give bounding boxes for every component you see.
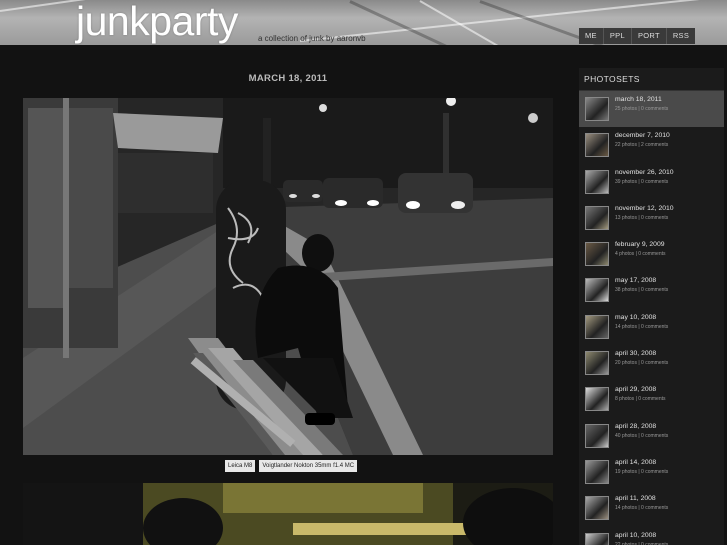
tag-lens[interactable]: Voigtlander Nokton 35mm f1.4 MC — [259, 460, 358, 472]
photoset-title[interactable]: may 17, 2008 — [615, 277, 656, 284]
photoset-photo-count: 22 photos — [615, 142, 637, 149]
photoset-item[interactable]: april 14, 2008 19 photos | 0 comments — [579, 454, 724, 490]
next-post-photo[interactable] — [23, 483, 553, 545]
photoset-title[interactable]: april 30, 2008 — [615, 350, 656, 357]
photoset-photo-count: 40 photos — [615, 432, 637, 439]
photoset-thumbnail[interactable] — [585, 133, 609, 158]
photoset-thumbnail[interactable] — [585, 423, 609, 448]
photoset-title[interactable]: april 14, 2008 — [615, 459, 656, 466]
photoset-item[interactable]: april 10, 2008 22 photos | 0 comments — [579, 527, 724, 545]
photoset-meta: 14 photos | 0 comments — [615, 324, 668, 330]
post-photo[interactable] — [23, 98, 553, 455]
photoset-meta: 8 photos | 0 comments — [615, 396, 666, 402]
nav-me[interactable]: ME — [579, 28, 603, 44]
photoset-meta: 39 photos | 0 comments — [615, 179, 668, 185]
photoset-thumbnail[interactable] — [585, 387, 609, 412]
nav-rss[interactable]: RSS — [665, 28, 695, 44]
photo-tags: Leica M8 Voigtlander Nokton 35mm f1.4 MC — [225, 460, 358, 472]
photoset-thumbnail[interactable] — [585, 459, 609, 484]
photoset-meta: 40 photos | 0 comments — [615, 433, 668, 439]
photoset-thumbnail[interactable] — [585, 496, 609, 521]
photoset-thumbnail[interactable] — [585, 351, 609, 376]
photoset-photo-count: 20 photos — [615, 360, 637, 367]
photoset-thumbnail[interactable] — [585, 205, 609, 230]
nav-ppl[interactable]: PPL — [602, 28, 631, 44]
photosets-sidebar: PHOTOSETS march 18, 2011 25 photos | 0 co… — [579, 68, 724, 545]
photoset-comment-count[interactable]: 0 comments — [641, 433, 668, 439]
photoset-item[interactable]: may 10, 2008 14 photos | 0 comments — [579, 309, 724, 345]
photoset-item[interactable]: november 26, 2010 39 photos | 0 comments — [579, 164, 724, 200]
photoset-photo-count: 14 photos — [615, 505, 637, 512]
photoset-title[interactable]: may 10, 2008 — [615, 314, 656, 321]
photoset-comment-count[interactable]: 0 comments — [641, 179, 668, 185]
photoset-meta: 25 photos | 0 comments — [615, 106, 668, 112]
photoset-comment-count[interactable]: 0 comments — [641, 505, 668, 511]
photoset-meta: 13 photos | 0 comments — [615, 215, 668, 221]
photoset-item[interactable]: february 9, 2009 4 photos | 0 comments — [579, 236, 724, 272]
photoset-comment-count[interactable]: 0 comments — [641, 360, 668, 366]
photoset-item[interactable]: april 28, 2008 40 photos | 0 comments — [579, 418, 724, 454]
photoset-thumbnail[interactable] — [585, 242, 609, 267]
photoset-meta: 14 photos | 0 comments — [615, 505, 668, 511]
photoset-meta: 20 photos | 0 comments — [615, 360, 668, 366]
photoset-comment-count[interactable]: 0 comments — [641, 324, 668, 330]
photoset-photo-count: 13 photos — [615, 214, 637, 221]
photoset-photo-count: 19 photos — [615, 468, 637, 475]
photoset-thumbnail[interactable] — [585, 278, 609, 303]
night-photo-image — [23, 483, 553, 545]
street-photo-image — [23, 98, 553, 455]
photoset-meta: 38 photos | 0 comments — [615, 287, 668, 293]
photoset-item[interactable]: march 18, 2011 25 photos | 0 comments — [579, 91, 724, 128]
photoset-thumbnail[interactable] — [585, 314, 609, 339]
photosets-list: march 18, 2011 25 photos | 0 comments dece… — [579, 91, 724, 545]
post-date: MARCH 18, 2011 — [248, 73, 328, 84]
photoset-comment-count[interactable]: 0 comments — [638, 396, 665, 402]
photoset-item[interactable]: december 7, 2010 22 photos | 2 comments — [579, 127, 724, 163]
photoset-title[interactable]: november 12, 2010 — [615, 205, 674, 212]
photoset-photo-count: 4 photos — [615, 251, 635, 258]
photoset-comment-count[interactable]: 0 comments — [641, 215, 668, 221]
site-logo[interactable]: junkparty — [76, 0, 238, 45]
site-tagline: a collection of junk by aaronvb — [258, 34, 366, 43]
photoset-comment-count[interactable]: 2 comments — [641, 142, 668, 148]
photoset-photo-count: 22 photos — [615, 541, 637, 545]
photoset-meta: 22 photos | 0 comments — [615, 542, 668, 545]
photoset-item[interactable]: may 17, 2008 38 photos | 0 comments — [579, 272, 724, 308]
photoset-meta: 4 photos | 0 comments — [615, 251, 666, 257]
photoset-comment-count[interactable]: 0 comments — [641, 469, 668, 475]
photoset-comment-count[interactable]: 0 comments — [641, 287, 668, 293]
photoset-photo-count: 8 photos — [615, 396, 635, 403]
photoset-meta: 22 photos | 2 comments — [615, 142, 668, 148]
photoset-item[interactable]: november 12, 2010 13 photos | 0 comments — [579, 200, 724, 236]
photoset-photo-count: 39 photos — [615, 178, 637, 185]
photoset-comment-count[interactable]: 0 comments — [638, 251, 665, 257]
photoset-comment-count[interactable]: 0 comments — [641, 106, 668, 112]
photoset-title[interactable]: february 9, 2009 — [615, 241, 665, 248]
photoset-title[interactable]: november 26, 2010 — [615, 169, 674, 176]
photoset-title[interactable]: april 29, 2008 — [615, 386, 656, 393]
photoset-meta: 19 photos | 0 comments — [615, 469, 668, 475]
photoset-title[interactable]: april 10, 2008 — [615, 532, 656, 539]
photoset-item[interactable]: april 11, 2008 14 photos | 0 comments — [579, 490, 724, 526]
photoset-thumbnail[interactable] — [585, 169, 609, 194]
top-nav: ME PPL PORT RSS — [579, 28, 696, 44]
photoset-title[interactable]: march 18, 2011 — [615, 96, 662, 103]
photoset-photo-count: 14 photos — [615, 323, 637, 330]
photoset-title[interactable]: april 28, 2008 — [615, 423, 656, 430]
photoset-comment-count[interactable]: 0 comments — [641, 542, 668, 545]
nav-port[interactable]: PORT — [630, 28, 666, 44]
photoset-photo-count: 38 photos — [615, 287, 637, 294]
photoset-title[interactable]: december 7, 2010 — [615, 132, 670, 139]
photosets-heading: PHOTOSETS — [579, 68, 724, 91]
photoset-title[interactable]: april 11, 2008 — [615, 495, 656, 502]
photoset-item[interactable]: april 29, 2008 8 photos | 0 comments — [579, 381, 724, 417]
photoset-thumbnail[interactable] — [585, 532, 609, 545]
photoset-thumbnail[interactable] — [585, 97, 609, 121]
tag-camera[interactable]: Leica M8 — [225, 460, 256, 472]
photoset-item[interactable]: april 30, 2008 20 photos | 0 comments — [579, 345, 724, 381]
photoset-photo-count: 25 photos — [615, 106, 637, 112]
